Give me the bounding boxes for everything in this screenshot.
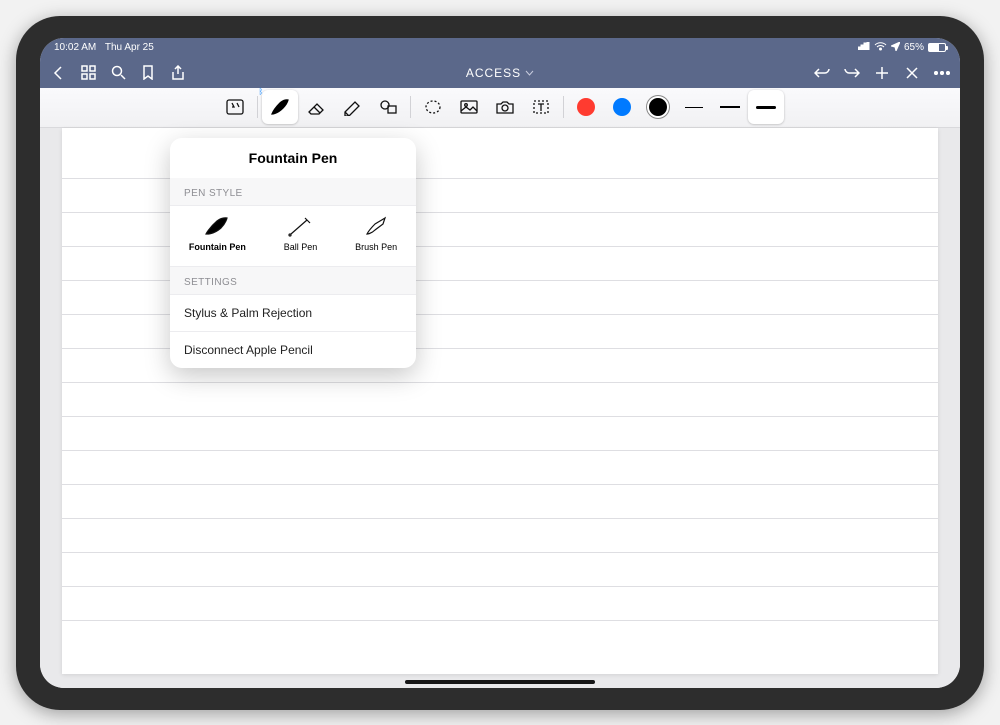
stroke-medium[interactable] [712,90,748,124]
settings-section-label: SETTINGS [170,267,416,294]
document-title: ACCESS [466,66,521,80]
text-tool[interactable] [523,90,559,124]
grid-view-button[interactable] [80,65,96,81]
redo-button[interactable] [844,65,860,81]
favorites-tool[interactable] [217,90,253,124]
battery-percent: 65% [904,42,924,53]
toolbar-divider [563,96,564,118]
screen: 10:02 AM Thu Apr 25 65% [40,38,960,688]
device-frame: 10:02 AM Thu Apr 25 65% [16,16,984,710]
popover-title: Fountain Pen [170,138,416,178]
shapes-tool[interactable] [370,90,406,124]
row-label: Disconnect Apple Pencil [184,343,313,357]
row-label: Stylus & Palm Rejection [184,306,312,320]
toolbar-divider [410,96,411,118]
eraser-tool[interactable] [298,90,334,124]
status-left: 10:02 AM Thu Apr 25 [54,42,160,53]
pen-style-row: Fountain Pen Ball Pen Brush Pen [170,205,416,267]
pen-style-brush[interactable]: Brush Pen [349,212,403,256]
pen-style-ball[interactable]: Ball Pen [278,212,324,256]
pen-style-label: Fountain Pen [189,242,246,252]
tool-toolbar: ᛒ [40,88,960,128]
lasso-tool[interactable] [415,90,451,124]
undo-button[interactable] [814,65,830,81]
stylus-palm-rejection-row[interactable]: Stylus & Palm Rejection [170,294,416,331]
pen-tool[interactable]: ᛒ [262,90,298,124]
close-editing-button[interactable] [904,65,920,81]
pen-popover: Fountain Pen PEN STYLE Fountain Pen Ball… [170,138,416,368]
toolbar-divider [257,96,258,118]
color-black[interactable] [640,90,676,124]
stroke-thin[interactable] [676,90,712,124]
search-button[interactable] [110,65,126,81]
color-red[interactable] [568,90,604,124]
status-bar: 10:02 AM Thu Apr 25 65% [40,38,960,58]
image-tool[interactable] [451,90,487,124]
location-icon [891,42,900,54]
stroke-thick[interactable] [748,90,784,124]
pen-style-label: Brush Pen [355,242,397,252]
status-right: 65% [858,42,946,54]
wifi-icon [874,42,887,54]
home-indicator[interactable] [405,680,595,684]
pen-style-fountain[interactable]: Fountain Pen [183,212,252,256]
battery-icon [928,43,946,52]
camera-tool[interactable] [487,90,523,124]
app-navbar: ACCESS [40,58,960,88]
status-date: Thu Apr 25 [105,42,154,53]
add-page-button[interactable] [874,65,890,81]
status-time: 10:02 AM [54,42,96,53]
more-button[interactable] [934,65,950,81]
cellular-icon [858,42,870,53]
pen-style-label: Ball Pen [284,242,318,252]
share-button[interactable] [170,65,186,81]
document-title-button[interactable]: ACCESS [466,66,534,80]
chevron-down-icon [525,70,534,76]
highlighter-tool[interactable] [334,90,370,124]
disconnect-pencil-row[interactable]: Disconnect Apple Pencil [170,331,416,368]
bookmark-button[interactable] [140,65,156,81]
bluetooth-icon: ᛒ [259,87,264,96]
back-button[interactable] [50,65,66,81]
pen-style-section-label: PEN STYLE [170,178,416,205]
color-blue[interactable] [604,90,640,124]
